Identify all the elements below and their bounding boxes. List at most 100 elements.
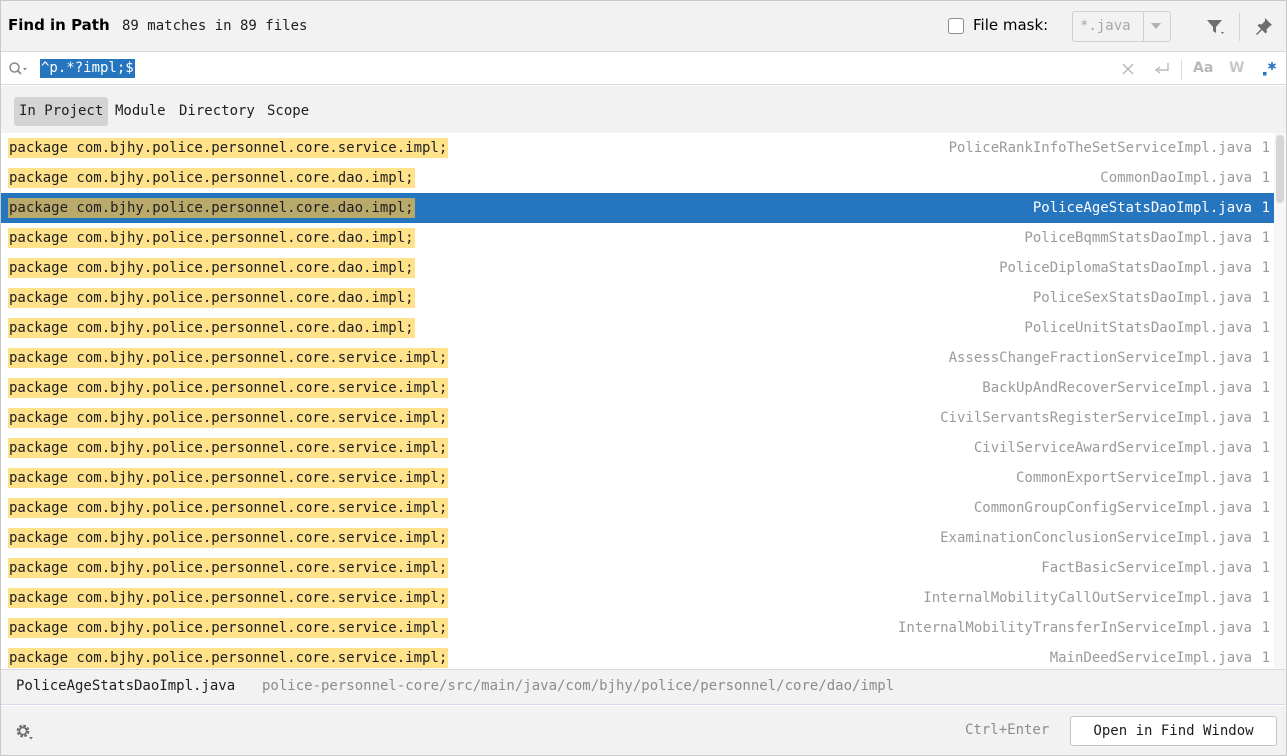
result-line-number: 1 — [1261, 350, 1270, 366]
result-file-name: CivilServiceAwardServiceImpl.java — [973, 440, 1252, 456]
result-file-name: CommonExportServiceImpl.java — [1015, 470, 1252, 486]
result-match-text: package com.bjhy.police.personnel.core.d… — [8, 228, 415, 248]
result-row[interactable]: package com.bjhy.police.personnel.core.s… — [1, 343, 1274, 373]
result-line-number: 1 — [1261, 440, 1270, 456]
result-match-text: package com.bjhy.police.personnel.core.s… — [8, 468, 449, 488]
close-icon[interactable] — [1121, 62, 1135, 76]
result-row[interactable]: package com.bjhy.police.personnel.core.d… — [1, 283, 1274, 313]
search-row: ^p.*?impl;$ Aa W — [1, 53, 1286, 85]
gear-icon[interactable] — [13, 722, 35, 742]
preview-file-name: PoliceAgeStatsDaoImpl.java — [16, 678, 236, 694]
preview-path-bar: PoliceAgeStatsDaoImpl.java police-person… — [1, 669, 1286, 705]
result-line-number: 1 — [1261, 230, 1270, 246]
result-match-text: package com.bjhy.police.personnel.core.s… — [8, 348, 449, 368]
result-line-number: 1 — [1261, 200, 1270, 216]
find-in-path-dialog: Find in Path 89 matches in 89 files File… — [0, 0, 1287, 756]
result-row[interactable]: package com.bjhy.police.personnel.core.s… — [1, 523, 1274, 553]
result-row[interactable]: package com.bjhy.police.personnel.core.d… — [1, 223, 1274, 253]
combo-divider — [1143, 12, 1144, 41]
result-match-text: package com.bjhy.police.personnel.core.d… — [8, 318, 415, 338]
result-line-number: 1 — [1261, 530, 1270, 546]
newline-icon[interactable] — [1153, 61, 1171, 77]
match-count: 89 matches in 89 files — [122, 18, 308, 34]
tab-scope[interactable]: Scope — [262, 97, 314, 126]
result-line-number: 1 — [1261, 320, 1270, 336]
result-file-name: CommonDaoImpl.java — [1100, 170, 1252, 186]
result-file-name: PoliceAgeStatsDaoImpl.java — [1032, 200, 1252, 216]
result-match-text: package com.bjhy.police.personnel.core.d… — [8, 288, 415, 308]
result-file-name: CivilServantsRegisterServiceImpl.java — [940, 410, 1252, 426]
result-file-name: BackUpAndRecoverServiceImpl.java — [982, 380, 1252, 396]
result-row[interactable]: package com.bjhy.police.personnel.core.s… — [1, 403, 1274, 433]
result-row[interactable]: package com.bjhy.police.personnel.core.s… — [1, 583, 1274, 613]
result-file-name: FactBasicServiceImpl.java — [1041, 560, 1252, 576]
results-list[interactable]: package com.bjhy.police.personnel.core.s… — [1, 133, 1274, 669]
result-file-name: InternalMobilityTransferInServiceImpl.ja… — [897, 620, 1252, 636]
result-row[interactable]: package com.bjhy.police.personnel.core.d… — [1, 313, 1274, 343]
result-line-number: 1 — [1261, 650, 1270, 666]
result-file-name: MainDeedServiceImpl.java — [1049, 650, 1252, 666]
file-mask-checkbox[interactable] — [948, 18, 964, 34]
result-file-name: InternalMobilityCallOutServiceImpl.java — [923, 590, 1252, 606]
result-line-number: 1 — [1261, 260, 1270, 276]
result-line-number: 1 — [1261, 560, 1270, 576]
result-line-number: 1 — [1261, 170, 1270, 186]
preview-file-path: police-personnel-core/src/main/java/com/… — [262, 678, 895, 694]
result-file-name: PoliceDiplomaStatsDaoImpl.java — [999, 260, 1252, 276]
result-file-name: PoliceRankInfoTheSetServiceImpl.java — [948, 140, 1252, 156]
result-row[interactable]: package com.bjhy.police.personnel.core.s… — [1, 463, 1274, 493]
chevron-down-icon[interactable] — [1151, 23, 1161, 29]
result-match-text: package com.bjhy.police.personnel.core.s… — [8, 408, 449, 428]
regex-icon[interactable] — [1261, 60, 1277, 78]
result-file-name: PoliceSexStatsDaoImpl.java — [1032, 290, 1252, 306]
shortcut-hint: Ctrl+Enter — [965, 722, 1050, 738]
result-match-text: package com.bjhy.police.personnel.core.s… — [8, 648, 449, 668]
pin-icon[interactable] — [1254, 16, 1274, 36]
search-icon[interactable] — [8, 61, 28, 77]
file-mask-label[interactable]: File mask: — [973, 16, 1048, 34]
dialog-header: Find in Path 89 matches in 89 files File… — [1, 1, 1286, 52]
open-in-find-window-button[interactable]: Open in Find Window — [1070, 716, 1277, 746]
result-row[interactable]: package com.bjhy.police.personnel.core.d… — [1, 193, 1274, 223]
result-file-name: CommonGroupConfigServiceImpl.java — [973, 500, 1252, 516]
scope-tabs: In Project Module Directory Scope — [1, 86, 1286, 133]
result-row[interactable]: package com.bjhy.police.personnel.core.s… — [1, 373, 1274, 403]
search-divider — [1181, 59, 1182, 80]
file-mask-value: *.java — [1080, 18, 1131, 34]
result-row[interactable]: package com.bjhy.police.personnel.core.d… — [1, 163, 1274, 193]
tab-in-project[interactable]: In Project — [14, 97, 109, 126]
result-row[interactable]: package com.bjhy.police.personnel.core.s… — [1, 553, 1274, 583]
whole-words-icon[interactable]: W — [1229, 60, 1244, 76]
file-mask-combo[interactable]: *.java — [1072, 11, 1171, 42]
result-file-name: PoliceBqmmStatsDaoImpl.java — [1024, 230, 1252, 246]
result-file-name: ExaminationConclusionServiceImpl.java — [940, 530, 1252, 546]
result-row[interactable]: package com.bjhy.police.personnel.core.s… — [1, 433, 1274, 463]
result-row[interactable]: package com.bjhy.police.personnel.core.s… — [1, 613, 1274, 643]
tab-module[interactable]: Module — [110, 97, 171, 126]
results-scrollbar[interactable] — [1274, 133, 1286, 669]
result-row[interactable]: package com.bjhy.police.personnel.core.s… — [1, 133, 1274, 163]
search-input[interactable]: ^p.*?impl;$ — [40, 59, 135, 78]
result-row[interactable]: package com.bjhy.police.personnel.core.d… — [1, 253, 1274, 283]
match-case-icon[interactable]: Aa — [1193, 60, 1213, 76]
result-match-text: package com.bjhy.police.personnel.core.s… — [8, 618, 449, 638]
result-file-name: PoliceUnitStatsDaoImpl.java — [1024, 320, 1252, 336]
result-match-text: package com.bjhy.police.personnel.core.s… — [8, 498, 449, 518]
result-line-number: 1 — [1261, 380, 1270, 396]
dialog-title: Find in Path — [8, 16, 110, 34]
result-row[interactable]: package com.bjhy.police.personnel.core.s… — [1, 643, 1274, 669]
result-match-text: package com.bjhy.police.personnel.core.s… — [8, 438, 449, 458]
result-line-number: 1 — [1261, 290, 1270, 306]
tab-directory[interactable]: Directory — [174, 97, 260, 126]
result-match-text: package com.bjhy.police.personnel.core.s… — [8, 528, 449, 548]
result-match-text: package com.bjhy.police.personnel.core.s… — [8, 378, 449, 398]
result-row[interactable]: package com.bjhy.police.personnel.core.s… — [1, 493, 1274, 523]
result-match-text: package com.bjhy.police.personnel.core.d… — [8, 198, 415, 218]
scrollbar-thumb[interactable] — [1276, 135, 1284, 203]
filter-icon[interactable] — [1205, 17, 1227, 37]
result-match-text: package com.bjhy.police.personnel.core.s… — [8, 588, 449, 608]
result-match-text: package com.bjhy.police.personnel.core.s… — [8, 138, 449, 158]
result-line-number: 1 — [1261, 410, 1270, 426]
result-line-number: 1 — [1261, 470, 1270, 486]
result-line-number: 1 — [1261, 140, 1270, 156]
